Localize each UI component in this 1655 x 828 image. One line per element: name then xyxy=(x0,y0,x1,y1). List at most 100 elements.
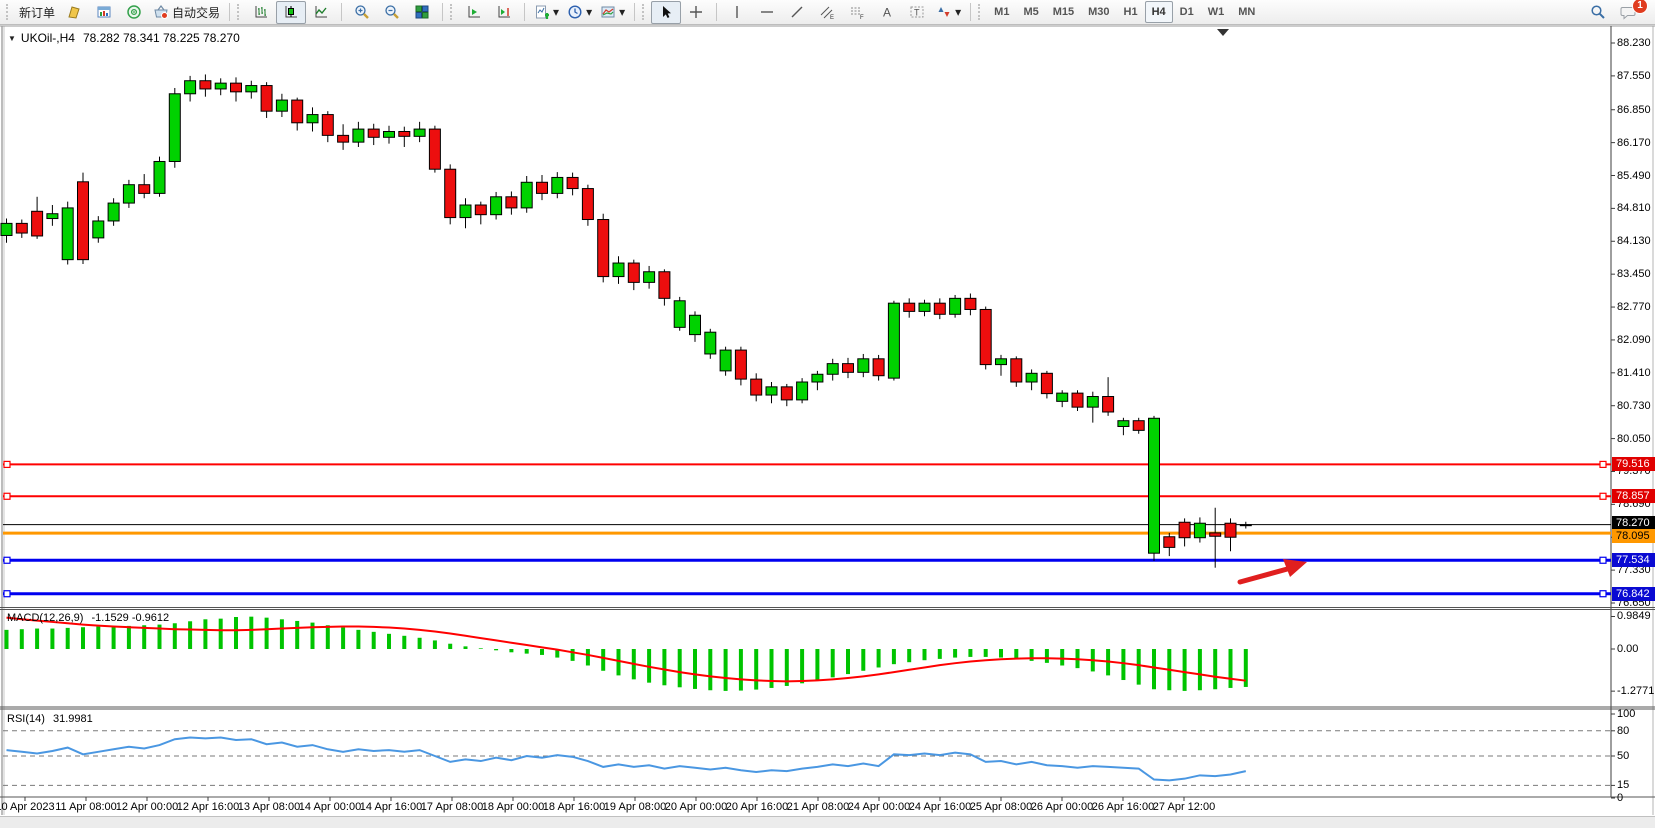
indicators-button[interactable]: ▾ xyxy=(530,1,563,24)
price-axis-tick: 86.170 xyxy=(1617,137,1651,149)
candlestick xyxy=(735,350,746,379)
notification-badge: 1 xyxy=(1632,0,1648,14)
line-handle[interactable] xyxy=(4,493,10,499)
timeframe-button-m1[interactable]: M1 xyxy=(987,1,1016,23)
price-axis-tick: 84.810 xyxy=(1617,202,1651,214)
line-handle[interactable] xyxy=(1600,493,1606,499)
candlestick xyxy=(384,131,395,137)
templates-button[interactable]: ▾ xyxy=(596,1,629,24)
auto-trading-label: 自动交易 xyxy=(172,4,220,21)
text-icon: A xyxy=(879,4,895,20)
separator xyxy=(442,3,443,21)
line-handle[interactable] xyxy=(1600,557,1606,563)
chevron-down-icon: ▾ xyxy=(955,5,961,19)
zoom-in-button[interactable] xyxy=(347,1,377,24)
horizontal-line-button[interactable] xyxy=(752,1,782,24)
line-handle[interactable] xyxy=(4,591,10,597)
crosshair-button[interactable] xyxy=(681,1,711,24)
candlestick xyxy=(307,115,318,123)
candlestick xyxy=(613,263,624,277)
text-label-button[interactable]: T xyxy=(902,1,932,24)
tile-windows-button[interactable] xyxy=(407,1,437,24)
price-axis-tick: 85.490 xyxy=(1617,170,1651,182)
search-button[interactable] xyxy=(1583,1,1613,24)
timeframe-button-m15[interactable]: M15 xyxy=(1046,1,1081,23)
line-handle[interactable] xyxy=(4,461,10,467)
timeframe-button-w1[interactable]: W1 xyxy=(1201,1,1232,23)
chart-plot[interactable] xyxy=(0,25,1655,816)
notifications-button[interactable]: 1 xyxy=(1613,1,1643,24)
vertical-line-button[interactable] xyxy=(722,1,752,24)
cursor-button[interactable] xyxy=(651,1,681,24)
auto-scroll-button[interactable] xyxy=(459,1,489,24)
periods-icon xyxy=(567,4,583,20)
candlestick xyxy=(353,129,364,142)
publisher-button[interactable] xyxy=(119,1,149,24)
timeframe-button-h1[interactable]: H1 xyxy=(1117,1,1145,23)
candlestick xyxy=(78,182,89,260)
candlestick xyxy=(414,129,425,136)
main-toolbar: 新订单 自动交易 xyxy=(0,0,1655,25)
svg-text:T: T xyxy=(914,8,920,18)
timeframe-button-d1[interactable]: D1 xyxy=(1173,1,1201,23)
line-chart-mode-button[interactable] xyxy=(306,1,336,24)
candlestick xyxy=(1041,373,1052,393)
time-axis-label: 17 Apr 08:00 xyxy=(421,801,483,813)
zoom-in-icon xyxy=(354,4,370,20)
profile-button[interactable] xyxy=(59,1,89,24)
zoom-out-button[interactable] xyxy=(377,1,407,24)
candlestick xyxy=(322,115,333,136)
line-handle[interactable] xyxy=(4,557,10,563)
horizontal-line-icon xyxy=(759,4,775,20)
channel-button[interactable]: E xyxy=(812,1,842,24)
channel-icon: E xyxy=(819,4,835,20)
timeframe-button-mn[interactable]: MN xyxy=(1231,1,1262,23)
bar-chart-mode-button[interactable] xyxy=(246,1,276,24)
separator xyxy=(634,3,635,21)
trendline-button[interactable] xyxy=(782,1,812,24)
timeframe-button-m30[interactable]: M30 xyxy=(1081,1,1116,23)
chart-shift-marker[interactable] xyxy=(1217,29,1229,36)
auto-trading-button[interactable]: 自动交易 xyxy=(149,1,224,24)
time-axis-label: 11 Apr 08:00 xyxy=(55,801,117,813)
templates-icon xyxy=(600,4,616,20)
time-axis-label: 26 Apr 00:00 xyxy=(1031,801,1093,813)
candlestick xyxy=(996,359,1007,365)
chart-header: ▼UKOil-,H478.282 78.341 78.225 78.270 xyxy=(8,31,240,45)
timeframe-button-m5[interactable]: M5 xyxy=(1016,1,1045,23)
chart-shift-icon xyxy=(496,4,512,20)
candlestick xyxy=(1240,525,1251,526)
cursor-icon xyxy=(658,4,674,20)
candlestick xyxy=(659,272,670,299)
new-chart-button[interactable] xyxy=(89,1,119,24)
window-bottom-edge xyxy=(0,816,1655,828)
time-axis-label: 24 Apr 16:00 xyxy=(909,801,971,813)
arrow-annotation[interactable] xyxy=(1240,568,1291,582)
time-axis-label: 18 Apr 00:00 xyxy=(482,801,544,813)
chart-ohlc-values: 78.282 78.341 78.225 78.270 xyxy=(83,31,240,45)
timeframe-button-h4[interactable]: H4 xyxy=(1145,1,1173,23)
svg-text:E: E xyxy=(830,15,834,20)
chart-shift-button[interactable] xyxy=(489,1,519,24)
candlestick xyxy=(1026,373,1037,382)
candlestick xyxy=(965,298,976,309)
candlestick xyxy=(934,303,945,314)
new-order-button[interactable]: 新订单 xyxy=(15,1,59,24)
periods-button[interactable]: ▾ xyxy=(563,1,596,24)
price-axis-tick: 86.850 xyxy=(1617,104,1651,116)
line-handle[interactable] xyxy=(1600,591,1606,597)
toolbar-grip xyxy=(450,4,455,20)
candlestick xyxy=(950,298,961,314)
arrows-button[interactable]: ▾ xyxy=(932,1,965,24)
toolbar-grip xyxy=(978,4,983,20)
text-button[interactable]: A xyxy=(872,1,902,24)
candlestick-mode-button[interactable] xyxy=(276,1,306,24)
time-axis-label: 25 Apr 08:00 xyxy=(970,801,1032,813)
publisher-icon xyxy=(126,4,142,20)
time-axis-label: 14 Apr 16:00 xyxy=(360,801,422,813)
fibonacci-button[interactable]: F xyxy=(842,1,872,24)
line-handle[interactable] xyxy=(1600,461,1606,467)
candlestick xyxy=(185,81,196,94)
timeframe-group: M1M5M15M30H1H4D1W1MN xyxy=(987,1,1262,23)
price-axis-tick: 80.730 xyxy=(1617,400,1651,412)
